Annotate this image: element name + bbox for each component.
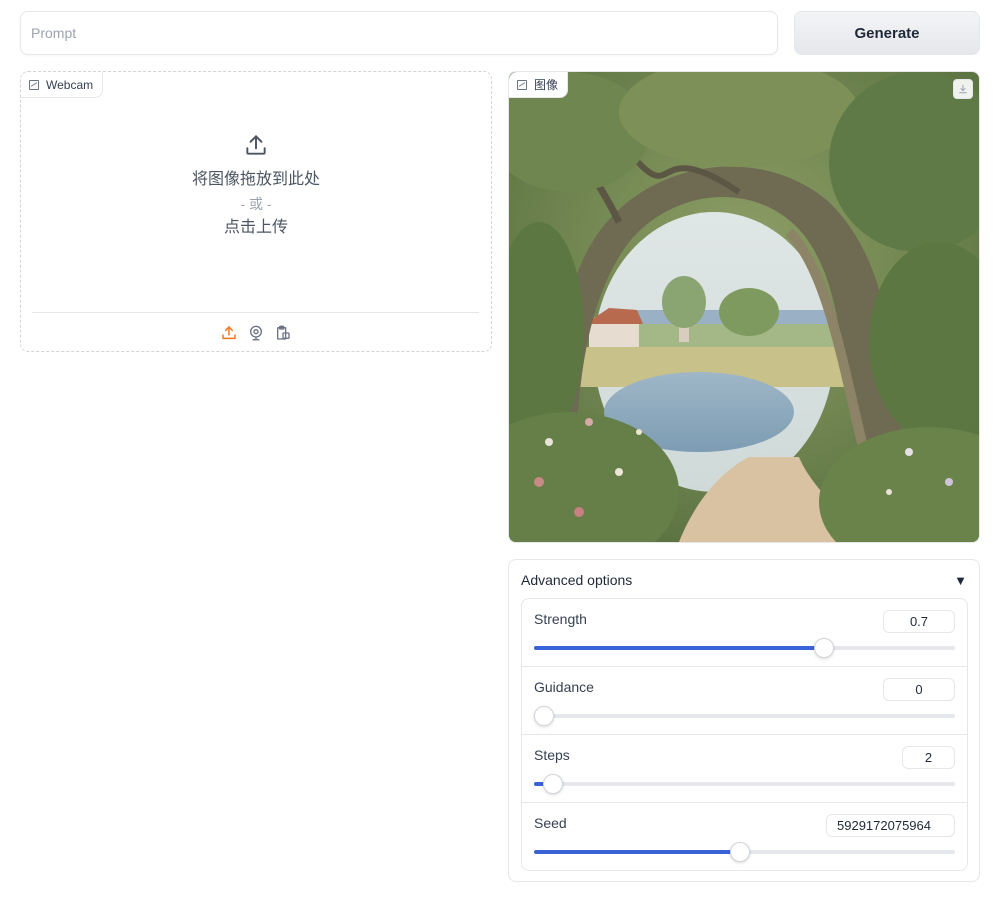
seed-number-input[interactable] — [826, 814, 955, 837]
prompt-box — [20, 11, 778, 55]
drop-or-separator: - 或 - — [240, 196, 272, 212]
image-icon — [29, 79, 39, 90]
slider-fill — [534, 850, 741, 854]
slider-track[interactable] — [534, 706, 955, 726]
strength-number-input[interactable] — [883, 610, 955, 633]
advanced-options-toggle[interactable]: Advanced options ▼ — [521, 570, 967, 590]
slider-thumb[interactable] — [534, 706, 554, 726]
slider-thumb[interactable] — [730, 842, 751, 862]
slider-label: Strength — [534, 611, 587, 627]
slider-seed: Seed — [522, 803, 967, 871]
slider-thumb[interactable] — [814, 638, 835, 658]
caret-down-icon: ▼ — [954, 572, 967, 588]
clipboard-icon — [276, 325, 290, 340]
slider-strength: Strength — [522, 599, 967, 667]
slider-label: Seed — [534, 815, 567, 831]
image-icon — [517, 79, 527, 90]
drop-zone[interactable]: 将图像拖放到此处 - 或 - 点击上传 — [21, 132, 491, 240]
image-input-panel: Webcam 将图像拖放到此处 - 或 - 点击上传 — [20, 71, 492, 352]
slider-label: Guidance — [534, 679, 594, 695]
slider-track[interactable] — [534, 842, 955, 862]
download-icon — [959, 84, 967, 94]
input-panel-tag: Webcam — [21, 72, 104, 98]
source-selector — [32, 312, 479, 352]
upload-icon — [221, 325, 236, 339]
generated-image — [509, 72, 979, 542]
slider-label: Steps — [534, 747, 570, 763]
clipboard-source-button[interactable] — [275, 325, 291, 341]
output-panel-label: 图像 — [534, 78, 559, 92]
slider-track[interactable] — [534, 638, 955, 658]
image-output-panel: 图像 — [508, 71, 980, 543]
prompt-input[interactable] — [21, 12, 777, 54]
slider-guidance: Guidance — [522, 667, 967, 735]
drop-instructions: 将图像拖放到此处 — [191, 171, 320, 188]
slider-fill — [534, 646, 825, 650]
slider-steps: Steps — [522, 735, 967, 803]
upload-source-button[interactable] — [221, 325, 237, 341]
slider-track[interactable] — [534, 774, 955, 794]
generate-button[interactable]: Generate — [794, 11, 980, 55]
advanced-options-title: Advanced options — [521, 572, 633, 588]
steps-number-input[interactable] — [902, 746, 955, 769]
click-to-upload-text: 点击上传 — [223, 219, 288, 236]
guidance-number-input[interactable] — [883, 678, 955, 701]
slider-thumb[interactable] — [542, 774, 563, 794]
upload-icon — [246, 135, 266, 155]
webcam-icon — [249, 325, 262, 340]
advanced-options-panel: Advanced options ▼ Strength Guidance Ste… — [508, 559, 980, 882]
webcam-source-button[interactable] — [248, 325, 264, 341]
advanced-options-body: Strength Guidance Steps Seed — [521, 598, 968, 871]
input-panel-label: Webcam — [46, 77, 94, 92]
output-panel-tag: 图像 — [509, 72, 569, 98]
download-button[interactable] — [953, 79, 973, 99]
